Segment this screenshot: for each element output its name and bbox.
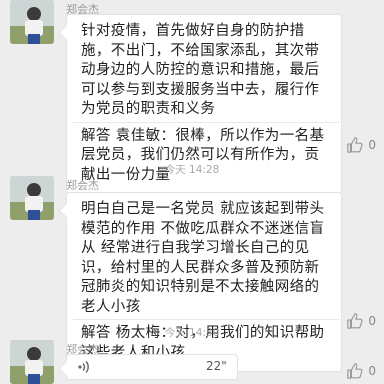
avatar[interactable] (10, 0, 54, 44)
message-1: 郑会杰 针对疫情，首先做好自身的防护措施，不出门，不给国家添乱，其次带动身边的人… (0, 0, 384, 194)
timestamp: 今天 14:28 (164, 164, 220, 176)
message-text: 针对疫情，首先做好自身的防护措施，不出门，不给国家添乱，其次带动身边的人防控的意… (81, 23, 320, 117)
like-button[interactable]: 0 (346, 362, 376, 380)
message-text: 明白自己是一名党员 就应该起到带头模范的作用 不做吃瓜群众不迷迷信盲从 经常进行… (81, 201, 325, 315)
thumbs-up-icon (346, 362, 364, 380)
voice-duration: 22" (206, 359, 227, 373)
like-button[interactable]: 0 (346, 136, 376, 154)
message-3: 郑会杰 22" 0 (0, 340, 384, 384)
thumbs-up-icon (346, 136, 364, 154)
like-count: 0 (368, 138, 376, 152)
avatar[interactable] (10, 340, 54, 384)
avatar[interactable] (10, 176, 54, 220)
sender-name: 郑会杰 (66, 179, 99, 192)
timestamp: 今天 14:30 (164, 327, 220, 339)
message-2: 郑会杰 明白自己是一名党员 就应该起到带头模范的作用 不做吃瓜群众不迷迷信盲从 … (0, 176, 384, 372)
voice-wave-icon (77, 359, 93, 375)
like-count: 0 (368, 364, 376, 378)
